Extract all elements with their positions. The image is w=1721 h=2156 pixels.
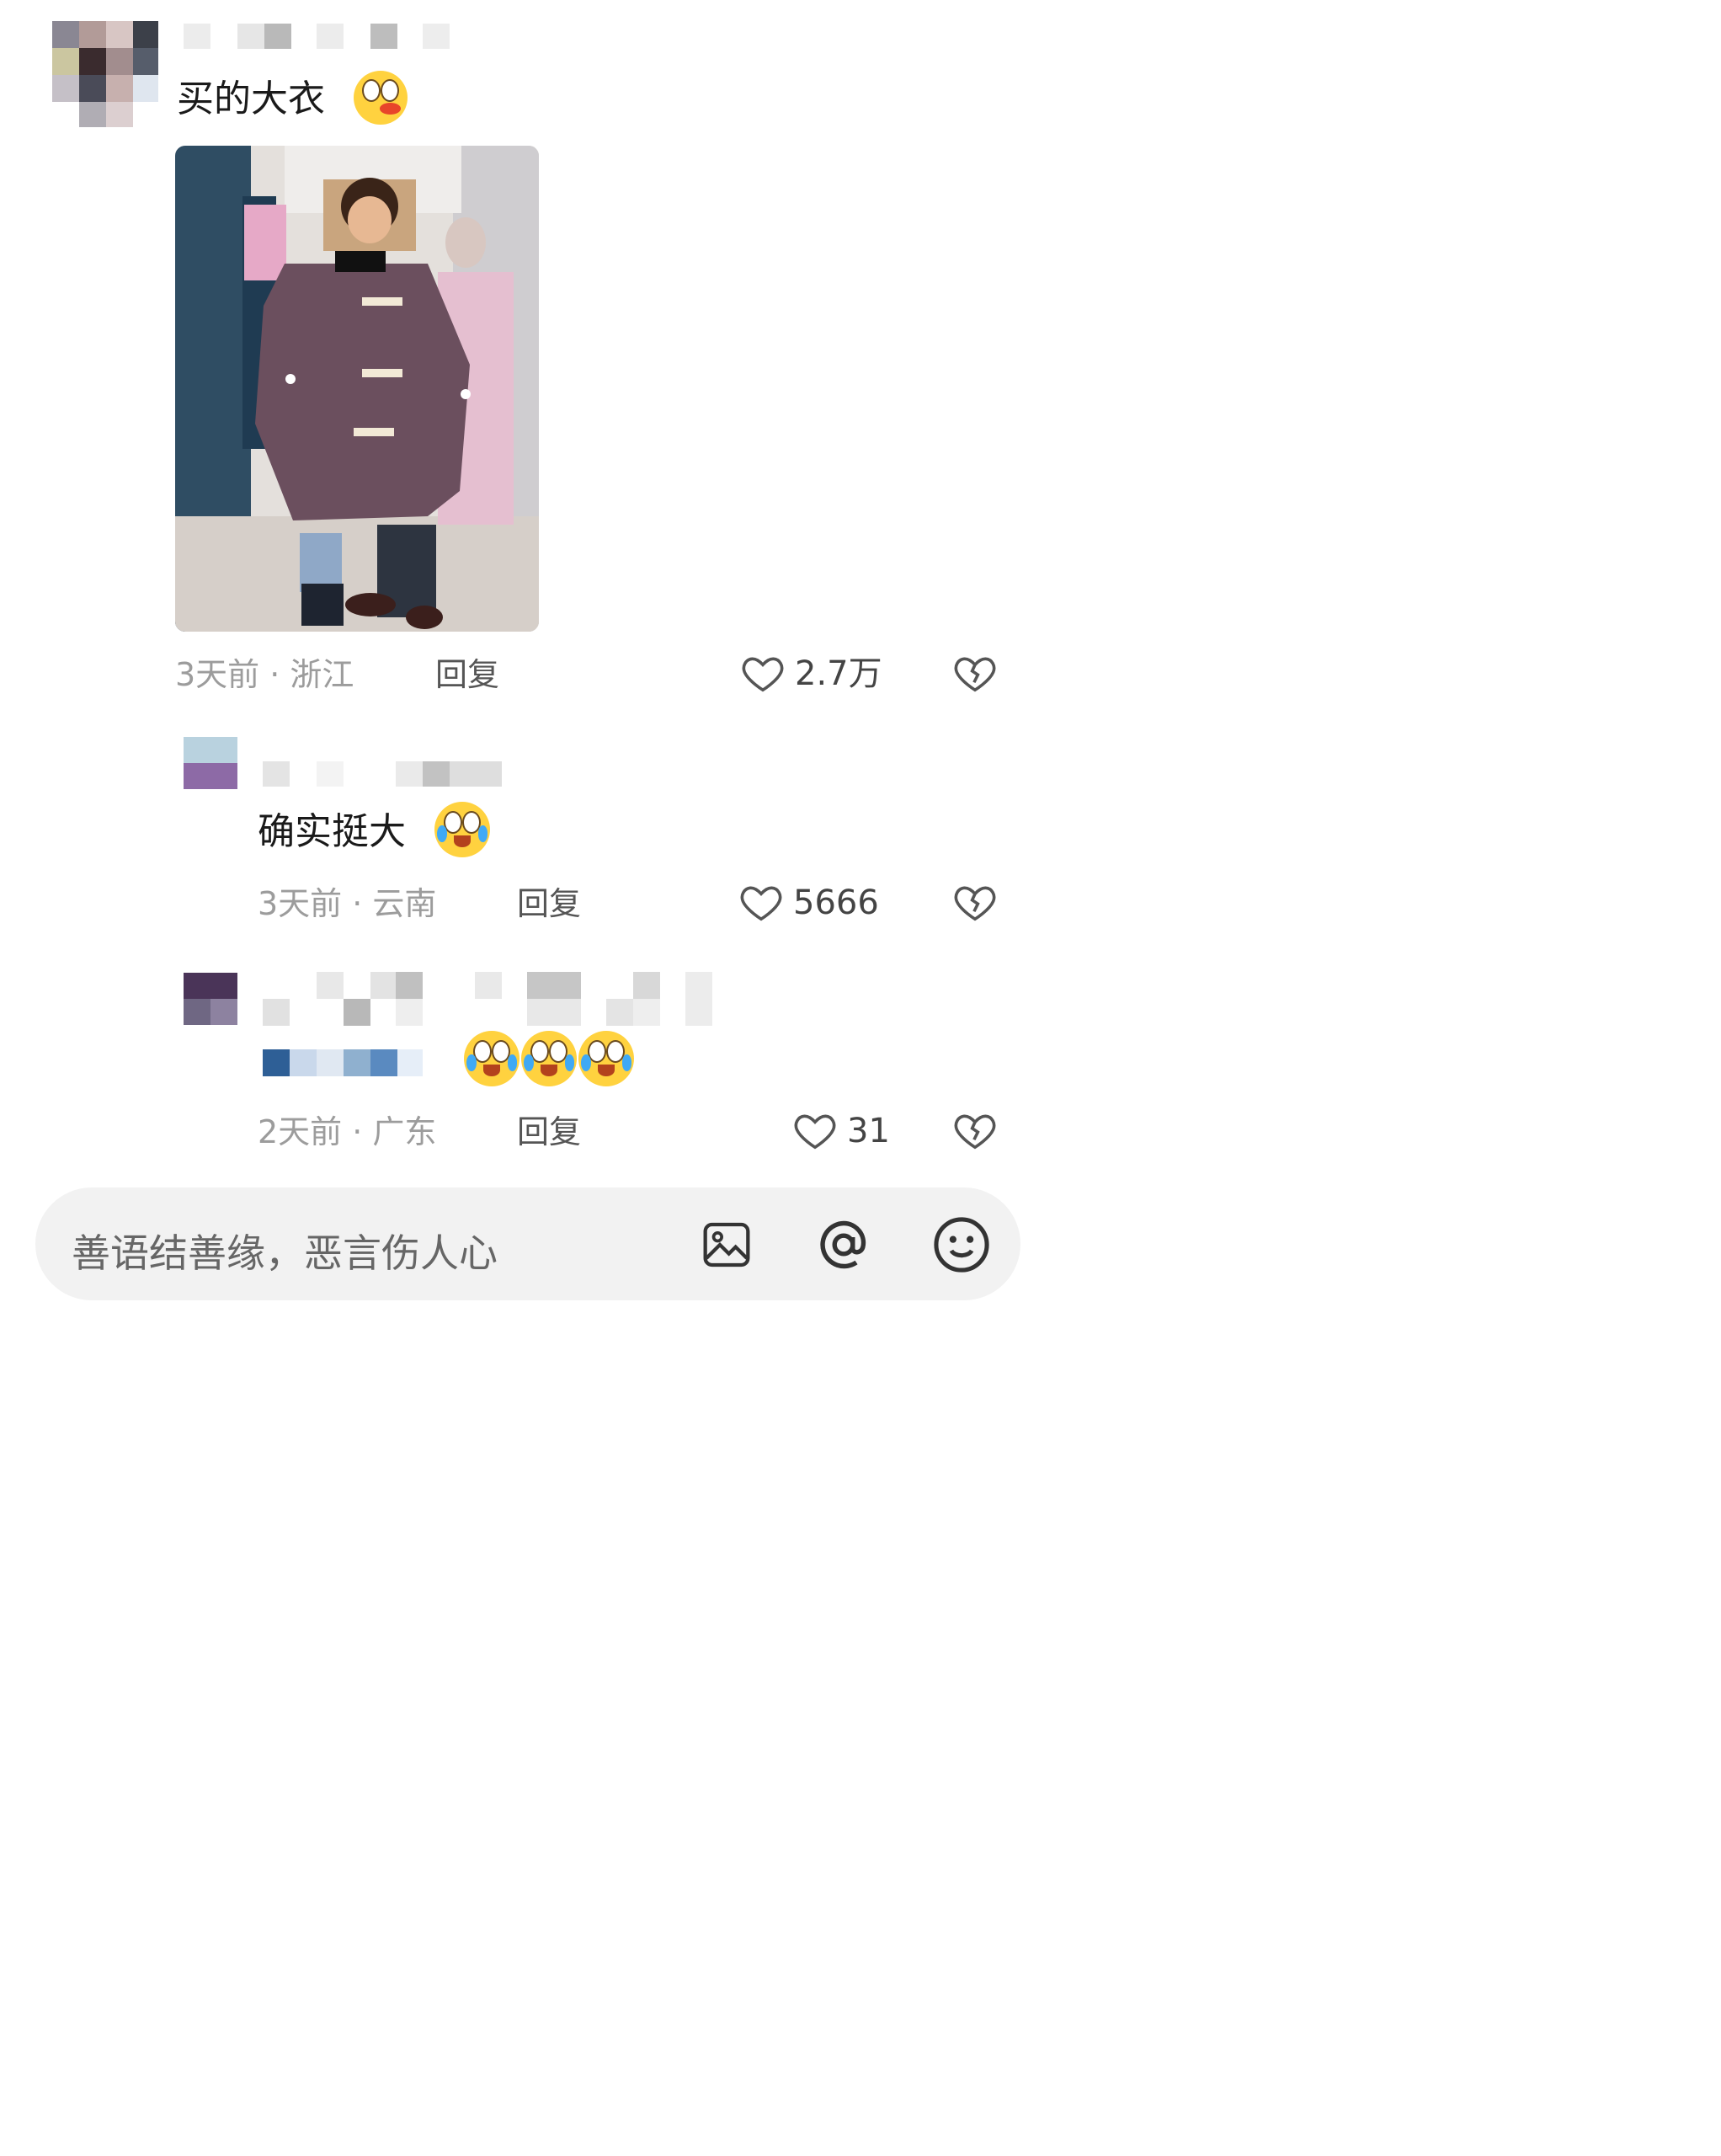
username-redacted[interactable]	[184, 24, 453, 49]
smiley-icon[interactable]	[930, 1213, 994, 1277]
like-button[interactable]: 2.7万	[739, 650, 891, 696]
like-count: 5666	[793, 883, 879, 922]
at-icon[interactable]	[813, 1214, 874, 1275]
reply-button[interactable]: 回复	[517, 1116, 581, 1148]
comment-text: 确实挺大	[258, 810, 406, 853]
username-redacted[interactable]	[263, 761, 502, 787]
comment-text-redacted	[263, 1049, 423, 1076]
comment-time-location: 3天前 · 浙江	[175, 656, 354, 693]
like-count: 31	[847, 1112, 890, 1150]
username-redacted[interactable]	[263, 972, 714, 1026]
heart-outline-icon	[742, 657, 784, 692]
broken-heart-icon[interactable]	[951, 879, 999, 925]
crying-emoji	[434, 802, 490, 857]
like-count: 2.7万	[795, 654, 882, 693]
mouth-spray-emoji	[354, 71, 408, 125]
heart-outline-icon	[794, 1114, 836, 1150]
like-button[interactable]: 5666	[738, 879, 889, 925]
like-button[interactable]: 31	[791, 1107, 892, 1153]
broken-heart-icon[interactable]	[951, 1107, 999, 1153]
reply-button[interactable]: 回复	[435, 659, 499, 691]
comment-photo[interactable]	[175, 146, 539, 632]
crying-emoji	[464, 1031, 519, 1086]
comment-time-location: 2天前 · 广东	[258, 1113, 437, 1150]
photo-illustration	[175, 146, 539, 632]
avatar[interactable]	[184, 737, 237, 789]
avatar[interactable]	[184, 973, 237, 1025]
crying-emoji	[521, 1031, 577, 1086]
comment-time-location: 3天前 · 云南	[258, 885, 437, 922]
broken-heart-icon[interactable]	[951, 650, 999, 696]
comment-input-placeholder[interactable]: 善语结善缘，恶言伤人心	[72, 1223, 498, 1278]
reply-button[interactable]: 回复	[517, 888, 581, 920]
heart-outline-icon	[740, 886, 782, 921]
comment-text: 买的大衣	[177, 77, 325, 120]
avatar[interactable]	[52, 21, 158, 127]
crying-emoji	[578, 1031, 634, 1086]
image-icon[interactable]	[699, 1218, 754, 1272]
